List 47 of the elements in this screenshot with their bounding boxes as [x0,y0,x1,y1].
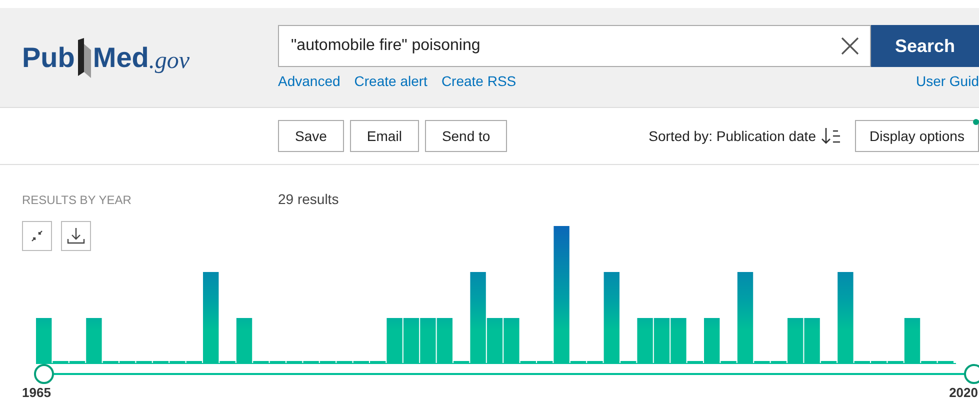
year-bar[interactable] [486,318,503,364]
header-link[interactable]: Create RSS [441,73,516,89]
logo-suffix: .gov [148,48,190,74]
logo-text: Pub [22,42,75,74]
range-start-handle[interactable] [34,364,54,384]
book-icon [76,38,92,78]
sort-label[interactable]: Sorted by: Publication date [648,128,816,144]
year-bar[interactable] [436,318,452,364]
results-count: 29 results [278,191,339,207]
sort-icon[interactable] [821,127,841,145]
collapse-icon [30,229,44,243]
year-bar[interactable] [654,318,670,364]
year-bar[interactable] [788,318,804,364]
section-title: RESULTS BY YEAR [22,193,132,207]
header-link[interactable]: Create alert [354,73,428,89]
year-bar[interactable] [904,318,920,364]
collapse-button[interactable] [22,221,52,251]
download-icon [67,227,85,245]
year-bar[interactable] [236,318,252,364]
year-bar[interactable] [737,272,754,364]
logo-text: Med [92,42,149,74]
year-bar[interactable] [804,318,820,364]
search-button[interactable]: Search [871,25,979,67]
range-end-label: 2020 [949,385,978,400]
header-link[interactable]: Advanced [278,73,340,89]
year-bar[interactable] [36,318,52,364]
download-button[interactable] [61,221,91,251]
year-bar[interactable] [386,318,402,364]
year-bar[interactable] [604,272,620,364]
year-bar[interactable] [838,272,854,364]
action-button[interactable]: Email [350,120,419,152]
year-bar[interactable] [670,318,686,364]
range-start-label: 1965 [22,385,51,400]
year-bar[interactable] [504,318,520,364]
year-bar[interactable] [704,318,720,364]
action-button[interactable]: Save [278,120,344,152]
range-end-handle[interactable] [964,364,979,384]
user-guide-link[interactable]: User Guid [916,73,979,89]
year-bar[interactable] [420,318,436,364]
year-bar[interactable] [403,318,420,364]
year-bar[interactable] [470,272,486,364]
display-options-button[interactable]: Display options [855,120,979,152]
year-bar[interactable] [554,226,570,364]
action-button[interactable]: Send to [424,120,508,152]
year-bar[interactable] [637,318,653,364]
year-bar[interactable] [86,318,102,364]
year-bar[interactable] [203,272,219,364]
